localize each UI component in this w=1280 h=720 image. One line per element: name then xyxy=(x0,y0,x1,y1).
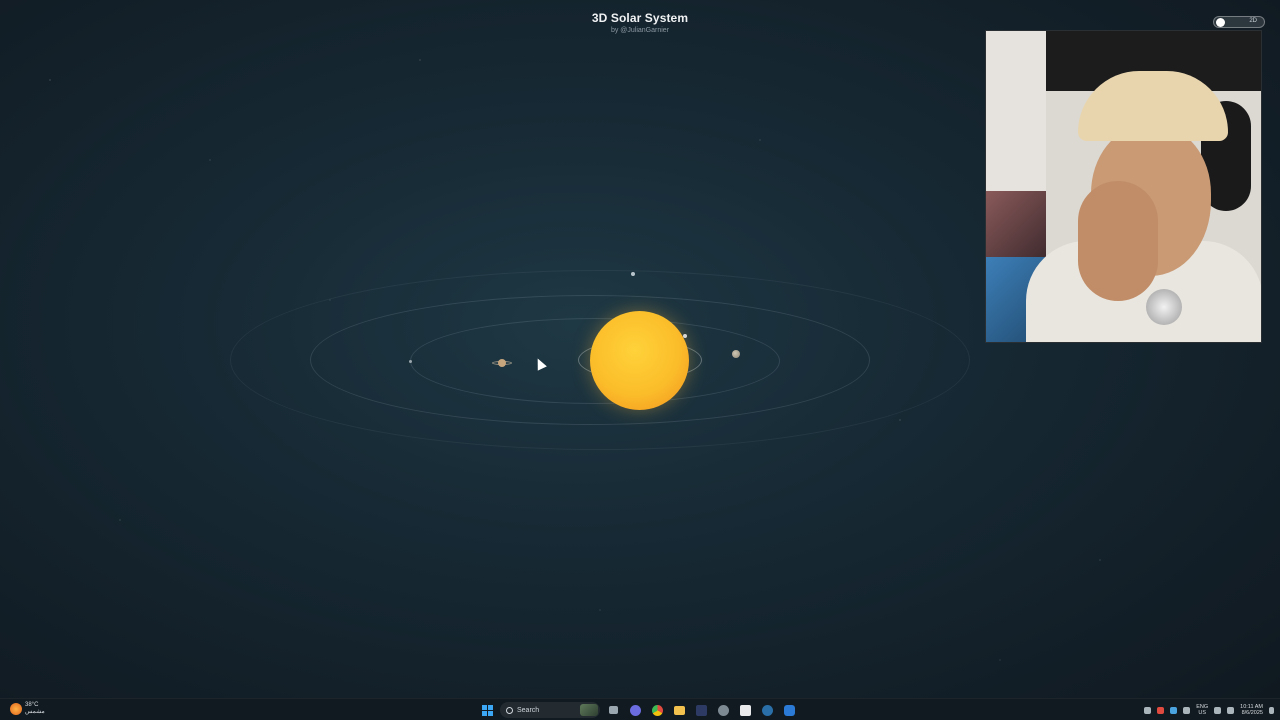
weather-description: مشمس xyxy=(25,709,45,715)
chrome-button[interactable] xyxy=(648,701,666,719)
language-region: US xyxy=(1198,710,1207,716)
start-button[interactable] xyxy=(478,701,496,719)
app-icon xyxy=(783,704,795,716)
chrome-icon xyxy=(651,704,663,716)
file-explorer-button[interactable] xyxy=(670,701,688,719)
webcam-overlay xyxy=(985,30,1262,343)
network-icon[interactable] xyxy=(1214,706,1222,714)
wristwatch xyxy=(1146,289,1182,325)
planet-mars[interactable] xyxy=(409,360,412,363)
sun[interactable] xyxy=(590,311,689,410)
task-view-button[interactable] xyxy=(604,701,622,719)
gear-icon xyxy=(717,704,729,716)
language-indicator[interactable]: ENG US xyxy=(1196,704,1208,716)
weather-temperature: 38°C xyxy=(25,702,39,708)
store-button[interactable] xyxy=(736,701,754,719)
search-icon xyxy=(506,706,513,714)
steam-icon xyxy=(761,704,773,716)
tray-app-icon[interactable] xyxy=(1157,706,1165,714)
store-icon xyxy=(739,704,751,716)
folder-icon xyxy=(673,705,685,715)
notification-icon[interactable] xyxy=(1269,706,1274,714)
cloud-icon[interactable] xyxy=(1170,706,1178,714)
taskbar-search[interactable]: Search xyxy=(500,702,600,718)
settings-button[interactable] xyxy=(714,701,732,719)
steam-button[interactable] xyxy=(758,701,776,719)
chat-app-button[interactable] xyxy=(626,701,644,719)
media-app-button[interactable] xyxy=(692,701,710,719)
microphone-icon[interactable] xyxy=(1183,706,1191,714)
clock-date: 8/6/2025 xyxy=(1241,710,1263,716)
search-highlight-image xyxy=(580,704,598,716)
weather-widget[interactable]: 38°C مشمس xyxy=(10,702,45,716)
planet-venus[interactable] xyxy=(732,350,740,358)
search-label: Search xyxy=(517,706,540,714)
taskbar-apps: Search xyxy=(478,701,798,719)
windows-taskbar: 38°C مشمس Search ENG US 10:11 AM 8/6/202… xyxy=(0,698,1280,720)
task-view-icon xyxy=(608,706,618,714)
chat-icon xyxy=(629,704,641,716)
clock[interactable]: 10:11 AM 8/6/2025 xyxy=(1240,704,1263,716)
chevron-up-icon[interactable] xyxy=(1144,706,1152,714)
windows-logo-icon xyxy=(481,704,493,716)
edge-button[interactable] xyxy=(780,701,798,719)
streamer-hand xyxy=(1078,181,1158,301)
sun-weather-icon xyxy=(10,703,22,715)
planet-earth[interactable] xyxy=(631,272,635,276)
webcam-poster xyxy=(986,191,1046,261)
volume-icon[interactable] xyxy=(1227,706,1235,714)
media-icon xyxy=(695,704,707,716)
planet-mercury[interactable] xyxy=(683,334,687,338)
planet-saturn[interactable] xyxy=(498,359,506,367)
system-tray: ENG US 10:11 AM 8/6/2025 xyxy=(1144,701,1274,719)
